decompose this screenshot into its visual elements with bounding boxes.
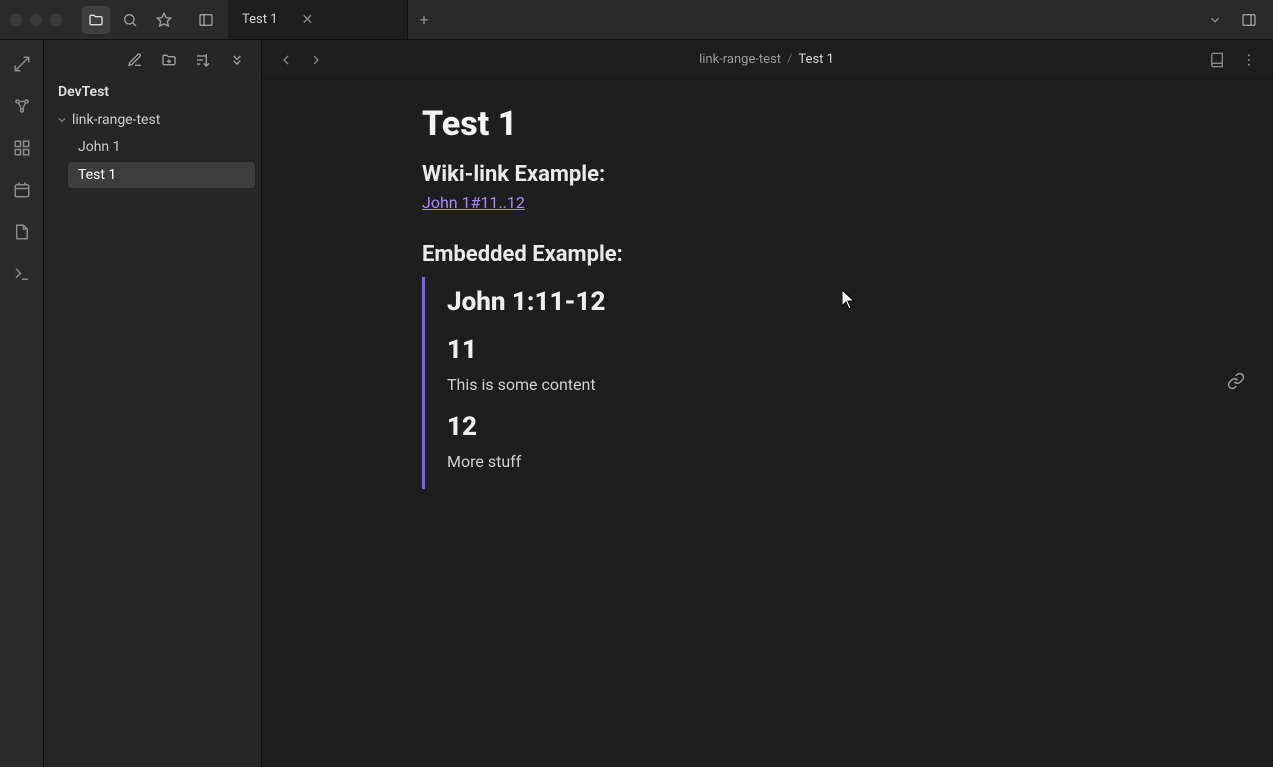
command-palette-icon[interactable] bbox=[8, 260, 36, 288]
embed-heading-11: 11 bbox=[447, 335, 1098, 365]
folder-label: link-range-test bbox=[72, 112, 160, 128]
tab-title: Test 1 bbox=[242, 12, 278, 27]
search-icon[interactable] bbox=[116, 6, 144, 34]
embed-content-11: This is some content bbox=[447, 375, 1098, 394]
titlebar-right bbox=[1201, 6, 1263, 34]
canvas-icon[interactable] bbox=[8, 134, 36, 162]
right-sidebar-toggle-icon[interactable] bbox=[1235, 6, 1263, 34]
graph-view-icon[interactable] bbox=[8, 92, 36, 120]
collapse-icon[interactable] bbox=[225, 48, 249, 72]
sidebar-toolbar bbox=[44, 40, 261, 80]
nav-back-button[interactable] bbox=[274, 48, 298, 72]
window-maximize-button[interactable] bbox=[50, 14, 62, 26]
chevron-down-icon bbox=[56, 114, 68, 126]
tab-test-1[interactable]: Test 1 ✕ bbox=[228, 0, 408, 39]
window-close-button[interactable] bbox=[10, 14, 22, 26]
sort-icon[interactable] bbox=[191, 48, 215, 72]
new-tab-button[interactable]: + bbox=[408, 0, 440, 39]
quick-switcher-icon[interactable] bbox=[8, 50, 36, 78]
heading-embedded: Embedded Example: bbox=[422, 242, 1098, 267]
document-body[interactable]: Test 1 Wiki-link Example: John 1#11..12 … bbox=[262, 80, 1273, 767]
more-options-icon[interactable] bbox=[1237, 48, 1261, 72]
embed-content-12: More stuff bbox=[447, 452, 1098, 471]
nav-forward-button[interactable] bbox=[304, 48, 328, 72]
embed-block: John 1:11-12 11 This is some content 12 … bbox=[422, 277, 1098, 489]
main-area: DevTest link-range-test John 1 Test 1 bbox=[0, 40, 1273, 767]
files-icon[interactable] bbox=[82, 6, 110, 34]
heading-wikilink: Wiki-link Example: bbox=[422, 162, 1098, 187]
ribbon bbox=[0, 40, 44, 767]
star-icon[interactable] bbox=[150, 6, 178, 34]
titlebar-tool-icons bbox=[82, 6, 178, 34]
wikilink-john1[interactable]: John 1#11..12 bbox=[422, 193, 525, 212]
embed-title: John 1:11-12 bbox=[447, 287, 1098, 317]
file-label: John 1 bbox=[78, 139, 121, 155]
reading-mode-icon[interactable] bbox=[1205, 48, 1229, 72]
breadcrumb-file[interactable]: Test 1 bbox=[798, 52, 834, 67]
file-test-1[interactable]: Test 1 bbox=[68, 162, 255, 188]
file-tree: link-range-test John 1 Test 1 bbox=[44, 108, 261, 188]
folder-link-range-test[interactable]: link-range-test bbox=[50, 108, 255, 132]
vault-name: DevTest bbox=[44, 80, 261, 108]
templates-icon[interactable] bbox=[8, 218, 36, 246]
open-link-icon[interactable] bbox=[1227, 372, 1245, 390]
embed-heading-12: 12 bbox=[447, 412, 1098, 442]
content-header: link-range-test / Test 1 bbox=[262, 40, 1273, 80]
window-controls bbox=[10, 14, 62, 26]
page-title: Test 1 bbox=[422, 104, 1098, 144]
breadcrumb-separator: / bbox=[787, 52, 792, 67]
left-sidebar-toggle-icon[interactable] bbox=[192, 6, 220, 34]
new-folder-icon[interactable] bbox=[157, 48, 181, 72]
new-note-icon[interactable] bbox=[123, 48, 147, 72]
file-explorer-sidebar: DevTest link-range-test John 1 Test 1 bbox=[44, 40, 262, 767]
window-minimize-button[interactable] bbox=[30, 14, 42, 26]
breadcrumb: link-range-test / Test 1 bbox=[699, 52, 834, 67]
close-icon[interactable]: ✕ bbox=[302, 12, 314, 28]
file-john-1[interactable]: John 1 bbox=[68, 134, 255, 160]
titlebar: Test 1 ✕ + bbox=[0, 0, 1273, 40]
document-inner: Test 1 Wiki-link Example: John 1#11..12 … bbox=[422, 104, 1122, 489]
file-label: Test 1 bbox=[78, 167, 116, 183]
daily-note-icon[interactable] bbox=[8, 176, 36, 204]
history-nav bbox=[274, 48, 328, 72]
plus-icon: + bbox=[419, 10, 428, 29]
content-header-right bbox=[1205, 48, 1261, 72]
breadcrumb-folder[interactable]: link-range-test bbox=[699, 52, 781, 67]
editor-pane: link-range-test / Test 1 Test 1 Wiki-lin… bbox=[262, 40, 1273, 767]
tab-list-dropdown-icon[interactable] bbox=[1201, 6, 1229, 34]
tab-strip: Test 1 ✕ + bbox=[228, 0, 1201, 39]
